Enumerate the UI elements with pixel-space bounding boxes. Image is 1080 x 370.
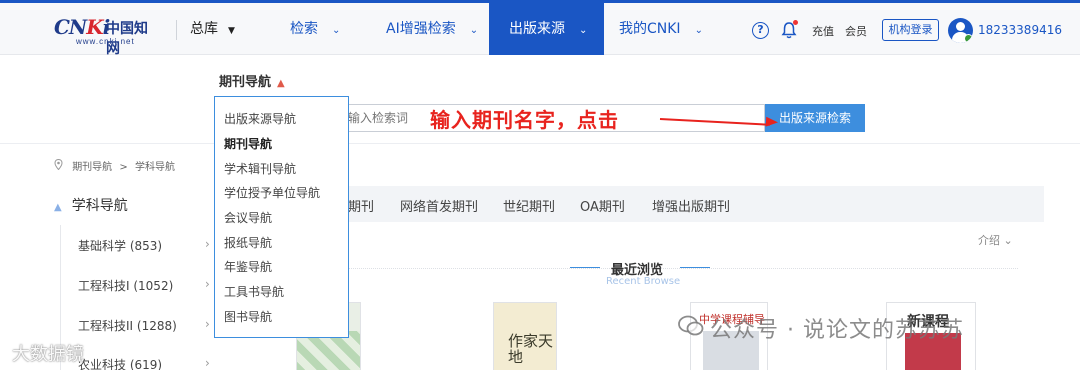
breadcrumb-item[interactable]: 期刊导航	[72, 162, 112, 173]
chevron-down-icon: ⌄	[332, 25, 341, 36]
tab-journals[interactable]: 期刊	[348, 196, 374, 215]
nav-label: 检索	[290, 21, 318, 37]
recent-title-line	[680, 267, 710, 268]
dropdown-item-degree-unit-nav[interactable]: 学位授予单位导航	[224, 184, 320, 201]
publication-search-button[interactable]: 出版来源检索	[765, 104, 865, 132]
tab-oa-journals[interactable]: OA期刊	[580, 196, 625, 215]
nav-search[interactable]: 检索 ⌄	[290, 3, 340, 55]
chevron-right-icon[interactable]: ›	[205, 356, 210, 370]
tab-century-journals[interactable]: 世纪期刊	[503, 196, 555, 215]
search-input[interactable]	[348, 105, 428, 131]
sidebar-item-engineering-1[interactable]: 工程科技I (1052)	[78, 277, 173, 294]
logo-mark: CNKi	[54, 15, 110, 39]
chevron-right-icon[interactable]: ›	[205, 317, 210, 331]
breadcrumb: 期刊导航 > 学科导航	[54, 158, 175, 173]
cnki-logo[interactable]: CNKi 中国知网 www.cnki.net	[54, 15, 160, 57]
nav-label: 总库	[190, 21, 218, 37]
journal-type-tabs: 期刊 网络首发期刊 世纪期刊 OA期刊 增强出版期刊	[296, 186, 1044, 222]
wechat-watermark-text: 公众号 · 说论文的苏苏苏	[710, 318, 964, 343]
notification-badge	[793, 20, 798, 25]
user-phone[interactable]: 18233389416	[978, 23, 1062, 37]
search-mode-label: 期刊导航	[219, 75, 272, 90]
nav-publication-source[interactable]: 出版来源 ⌄	[489, 3, 604, 55]
sidebar-item-engineering-2[interactable]: 工程科技II (1288)	[78, 317, 177, 334]
location-pin-icon	[54, 158, 63, 171]
help-icon[interactable]: ?	[752, 22, 769, 39]
caret-down-icon: ▼	[228, 26, 235, 36]
nav-divider	[176, 20, 177, 40]
nav-label: 我的CNKI	[619, 21, 681, 37]
subject-nav-title: 学科导航	[71, 198, 128, 214]
dropdown-item-conference-nav[interactable]: 会议导航	[224, 209, 272, 226]
intro-label: 介绍	[978, 234, 1000, 247]
search-mode-selector[interactable]: 期刊导航 ▲	[219, 71, 285, 90]
dropdown-item-book-nav[interactable]: 图书导航	[224, 308, 272, 325]
sidebar-item-agriculture[interactable]: 农业科技 (619)	[78, 356, 162, 370]
dropdown-item-source-nav[interactable]: 出版来源导航	[224, 110, 296, 127]
member-link[interactable]: 会员	[845, 23, 867, 39]
subject-nav-header[interactable]: ▲ 学科导航	[54, 195, 128, 215]
tab-enhanced-publishing[interactable]: 增强出版期刊	[652, 196, 730, 215]
nav-label: AI增强检索	[386, 21, 456, 37]
intro-toggle[interactable]: 介绍 ⌄	[978, 232, 1013, 248]
journal-cover[interactable]: 作家天地	[493, 302, 557, 370]
sidebar-item-basic-science[interactable]: 基础科学 (853)	[78, 237, 162, 254]
annotation-arrow-head-icon	[765, 116, 779, 128]
dropdown-item-journal-nav[interactable]: 期刊导航	[224, 135, 272, 152]
corner-watermark: 大数据镜	[12, 344, 84, 365]
logo-url: www.cnki.net	[76, 37, 135, 46]
search-mode-dropdown: 出版来源导航 期刊导航 学术辑刊导航 学位授予单位导航 会议导航 报纸导航 年鉴…	[214, 96, 349, 338]
dropdown-item-yearbook-nav[interactable]: 年鉴导航	[224, 258, 272, 275]
nav-ai-search[interactable]: AI增强检索 ⌄	[386, 3, 478, 55]
tab-online-first[interactable]: 网络首发期刊	[400, 196, 478, 215]
chevron-up-icon: ▲	[54, 202, 62, 213]
dropdown-item-collection-nav[interactable]: 学术辑刊导航	[224, 160, 296, 177]
dropdown-item-reference-nav[interactable]: 工具书导航	[224, 283, 284, 300]
cover-title: 作家天地	[508, 332, 554, 366]
dropdown-item-newspaper-nav[interactable]: 报纸导航	[224, 234, 272, 251]
recent-browse-subtitle: Recent Browse	[606, 276, 681, 287]
chevron-down-icon: ⌄	[694, 25, 703, 36]
chevron-down-icon: ⌄	[579, 25, 588, 36]
nav-all-databases[interactable]: 总库 ▼	[190, 3, 235, 55]
chevron-down-icon: ⌄	[1000, 234, 1013, 247]
breadcrumb-item[interactable]: 学科导航	[135, 162, 175, 173]
triangle-up-icon: ▲	[277, 78, 285, 89]
top-navbar: CNKi 中国知网 www.cnki.net 总库 ▼ 检索 ⌄ AI增强检索 ⌄ 出…	[0, 0, 1080, 57]
nav-label: 出版来源	[509, 21, 565, 37]
institution-login-button[interactable]: 机构登录	[882, 19, 939, 41]
nav-my-cnki[interactable]: 我的CNKI ⌄	[619, 3, 703, 55]
wechat-watermark: 公众号 · 说论文的苏苏苏	[678, 312, 964, 344]
chevron-right-icon[interactable]: ›	[205, 237, 210, 251]
wechat-icon	[678, 315, 706, 337]
chevron-right-icon[interactable]: ›	[205, 277, 210, 291]
recent-title-line	[570, 267, 600, 268]
recharge-link[interactable]: 充值	[812, 23, 834, 39]
user-avatar-icon[interactable]	[948, 18, 973, 43]
section-divider	[0, 143, 1080, 144]
breadcrumb-separator: >	[119, 162, 128, 173]
chevron-down-icon: ⌄	[469, 25, 479, 36]
instruction-annotation: 输入期刊名字，点击	[430, 108, 619, 132]
